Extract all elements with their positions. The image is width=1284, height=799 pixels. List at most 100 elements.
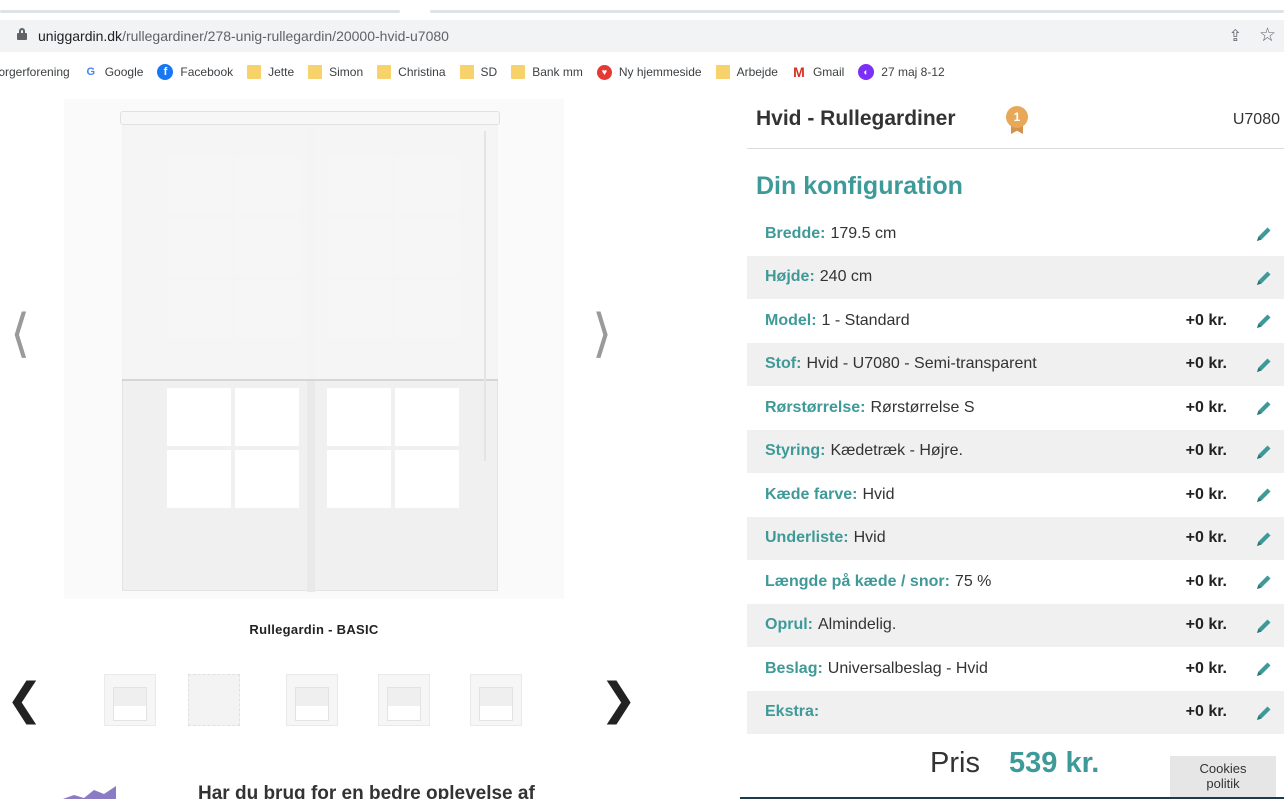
product-title: Hvid - Rullegardiner xyxy=(756,107,956,130)
folder-icon xyxy=(377,65,392,79)
config-row-value: Rørstørrelse S xyxy=(870,398,975,416)
thumbnail[interactable] xyxy=(286,674,338,726)
bookmarks-bar: ɔrgerforening G Google f Facebook Jette … xyxy=(0,56,1284,88)
bookmark-bank[interactable]: Bank mm xyxy=(511,65,583,79)
edit-pencil-icon[interactable] xyxy=(1254,442,1274,462)
medal-icon: 1 xyxy=(1005,106,1029,134)
config-row-value: Hvid - U7080 - Semi-transparent xyxy=(806,355,1037,373)
config-row-value: 75 % xyxy=(954,572,992,590)
thumbnail[interactable] xyxy=(470,674,522,726)
edit-pencil-icon[interactable] xyxy=(1254,485,1274,505)
blind-chain xyxy=(484,131,486,461)
gallery-next-arrow[interactable]: ⟩ xyxy=(592,304,612,364)
bookmark-star-icon[interactable]: ☆ xyxy=(1259,24,1276,47)
thumbs-next-arrow[interactable]: ❯ xyxy=(600,674,637,725)
config-row-price: +0 kr. xyxy=(1185,355,1227,373)
config-row-price: +0 kr. xyxy=(1185,398,1227,416)
url-text[interactable]: uniggardin.dk/rullegardiner/278-unig-rul… xyxy=(38,28,449,44)
price-value: 539 kr. xyxy=(1009,747,1100,779)
config-row[interactable]: Beslag: Universalbeslag - Hvid +0 kr. xyxy=(747,647,1284,691)
cookies-policy-button[interactable]: Cookies politik xyxy=(1170,756,1276,799)
folder-icon xyxy=(247,65,262,79)
config-row-label: Højde: xyxy=(765,268,815,286)
config-heading: Din konfiguration xyxy=(756,172,963,200)
bookmark-simon[interactable]: Simon xyxy=(308,65,363,79)
config-row-label: Længde på kæde / snor: xyxy=(765,572,950,590)
config-row-value: 179.5 cm xyxy=(830,224,897,242)
config-row-value: Almindelig. xyxy=(818,616,897,634)
product-caption: Rullegardin - BASIC xyxy=(249,622,379,637)
bookmark-jette[interactable]: Jette xyxy=(247,65,294,79)
config-row[interactable]: Bredde: 179.5 cm xyxy=(747,212,1284,256)
config-row-label: Model: xyxy=(765,311,817,329)
config-row-price: +0 kr. xyxy=(1185,659,1227,677)
config-row-label: Stof: xyxy=(765,355,802,373)
config-row-price: +0 kr. xyxy=(1185,703,1227,721)
config-row-label: Bredde: xyxy=(765,224,826,242)
edit-pencil-icon[interactable] xyxy=(1254,398,1274,418)
config-row-value: Hvid xyxy=(862,485,895,503)
edit-pencil-icon[interactable] xyxy=(1254,529,1274,549)
config-row[interactable]: Stof: Hvid - U7080 - Semi-transparent +0 k… xyxy=(747,342,1284,386)
config-row-value: 1 - Standard xyxy=(821,311,910,329)
bookmark-gmail[interactable]: M Gmail xyxy=(792,64,844,80)
circle-icon: ◐ xyxy=(858,64,875,80)
config-row-label: Oprul: xyxy=(765,616,813,634)
config-row-price: +0 kr. xyxy=(1185,442,1227,460)
thumbs-prev-arrow[interactable]: ❮ xyxy=(6,674,43,725)
thumbnail[interactable] xyxy=(104,674,156,726)
bookmark-ny-hjemmeside[interactable]: ♥ Ny hjemmeside xyxy=(596,64,702,80)
config-row-value: Hvid xyxy=(853,529,886,547)
gallery-prev-arrow[interactable]: ⟨ xyxy=(10,304,30,364)
configuration-panel: Hvid - Rullegardiner 1 U7080 Din konfigu… xyxy=(747,92,1284,799)
config-row[interactable]: Højde: 240 cm xyxy=(747,255,1284,299)
google-icon: G xyxy=(86,66,95,78)
edit-pencil-icon[interactable] xyxy=(1254,659,1274,679)
config-row-label: Rørstørrelse: xyxy=(765,398,866,416)
config-row-label: Kæde farve: xyxy=(765,485,858,503)
thumbnail-fabric[interactable] xyxy=(188,674,240,726)
config-row[interactable]: Rørstørrelse: Rørstørrelse S +0 kr. xyxy=(747,386,1284,430)
promo-illustration-icon xyxy=(62,786,116,799)
product-sku: U7080 xyxy=(1232,111,1280,128)
divider xyxy=(747,148,1284,149)
edit-pencil-icon[interactable] xyxy=(1254,616,1274,636)
promo-heading: Har du brug for en bedre oplevelse af xyxy=(198,783,535,799)
bookmark-christina[interactable]: Christina xyxy=(377,65,446,79)
config-row-price: +0 kr. xyxy=(1185,616,1227,634)
facebook-icon: f xyxy=(157,64,174,80)
edit-pencil-icon[interactable] xyxy=(1254,355,1274,375)
address-bar[interactable]: uniggardin.dk/rullegardiner/278-unig-rul… xyxy=(0,20,1284,52)
config-row[interactable]: Kæde farve: Hvid +0 kr. xyxy=(747,473,1284,517)
bookmark-27-maj[interactable]: ◐ 27 maj 8-12 xyxy=(858,64,945,80)
edit-pencil-icon[interactable] xyxy=(1254,572,1274,592)
product-gallery: ⟨ ⟩ Rullegardin - BASIC ❮ ❯ Har du brug … xyxy=(0,92,740,799)
gmail-icon: M xyxy=(793,64,805,80)
folder-icon xyxy=(459,65,474,79)
config-row[interactable]: Styring: Kædetræk - Højre. +0 kr. xyxy=(747,429,1284,473)
bookmark-sd[interactable]: SD xyxy=(459,65,497,79)
config-row[interactable]: Oprul: Almindelig. +0 kr. xyxy=(747,603,1284,647)
bookmark-facebook[interactable]: f Facebook xyxy=(157,64,233,80)
config-row[interactable]: Model: 1 - Standard +0 kr. xyxy=(747,299,1284,343)
edit-pencil-icon[interactable] xyxy=(1254,224,1274,244)
folder-icon xyxy=(308,65,323,79)
bookmark-arbejde[interactable]: Arbejde xyxy=(715,65,778,79)
product-image[interactable] xyxy=(64,99,564,599)
bookmark-google[interactable]: G Google xyxy=(84,65,143,79)
config-row-label: Ekstra: xyxy=(765,703,820,721)
edit-pencil-icon[interactable] xyxy=(1254,311,1274,331)
edit-pencil-icon[interactable] xyxy=(1254,268,1274,288)
tab-indicator xyxy=(430,10,1284,13)
edit-pencil-icon[interactable] xyxy=(1254,703,1274,723)
bookmark-item[interactable]: ɔrgerforening xyxy=(0,65,70,79)
config-row[interactable]: Ekstra: +0 kr. xyxy=(747,690,1284,734)
blind-roller xyxy=(120,111,500,125)
config-row-price: +0 kr. xyxy=(1185,485,1227,503)
price-label: Pris xyxy=(930,747,980,779)
share-icon[interactable]: ⇪ xyxy=(1229,26,1242,46)
thumbnail[interactable] xyxy=(378,674,430,726)
config-row[interactable]: Længde på kæde / snor: 75 % +0 kr. xyxy=(747,560,1284,604)
blind-fabric xyxy=(122,125,498,381)
config-row[interactable]: Underliste: Hvid +0 kr. xyxy=(747,516,1284,560)
